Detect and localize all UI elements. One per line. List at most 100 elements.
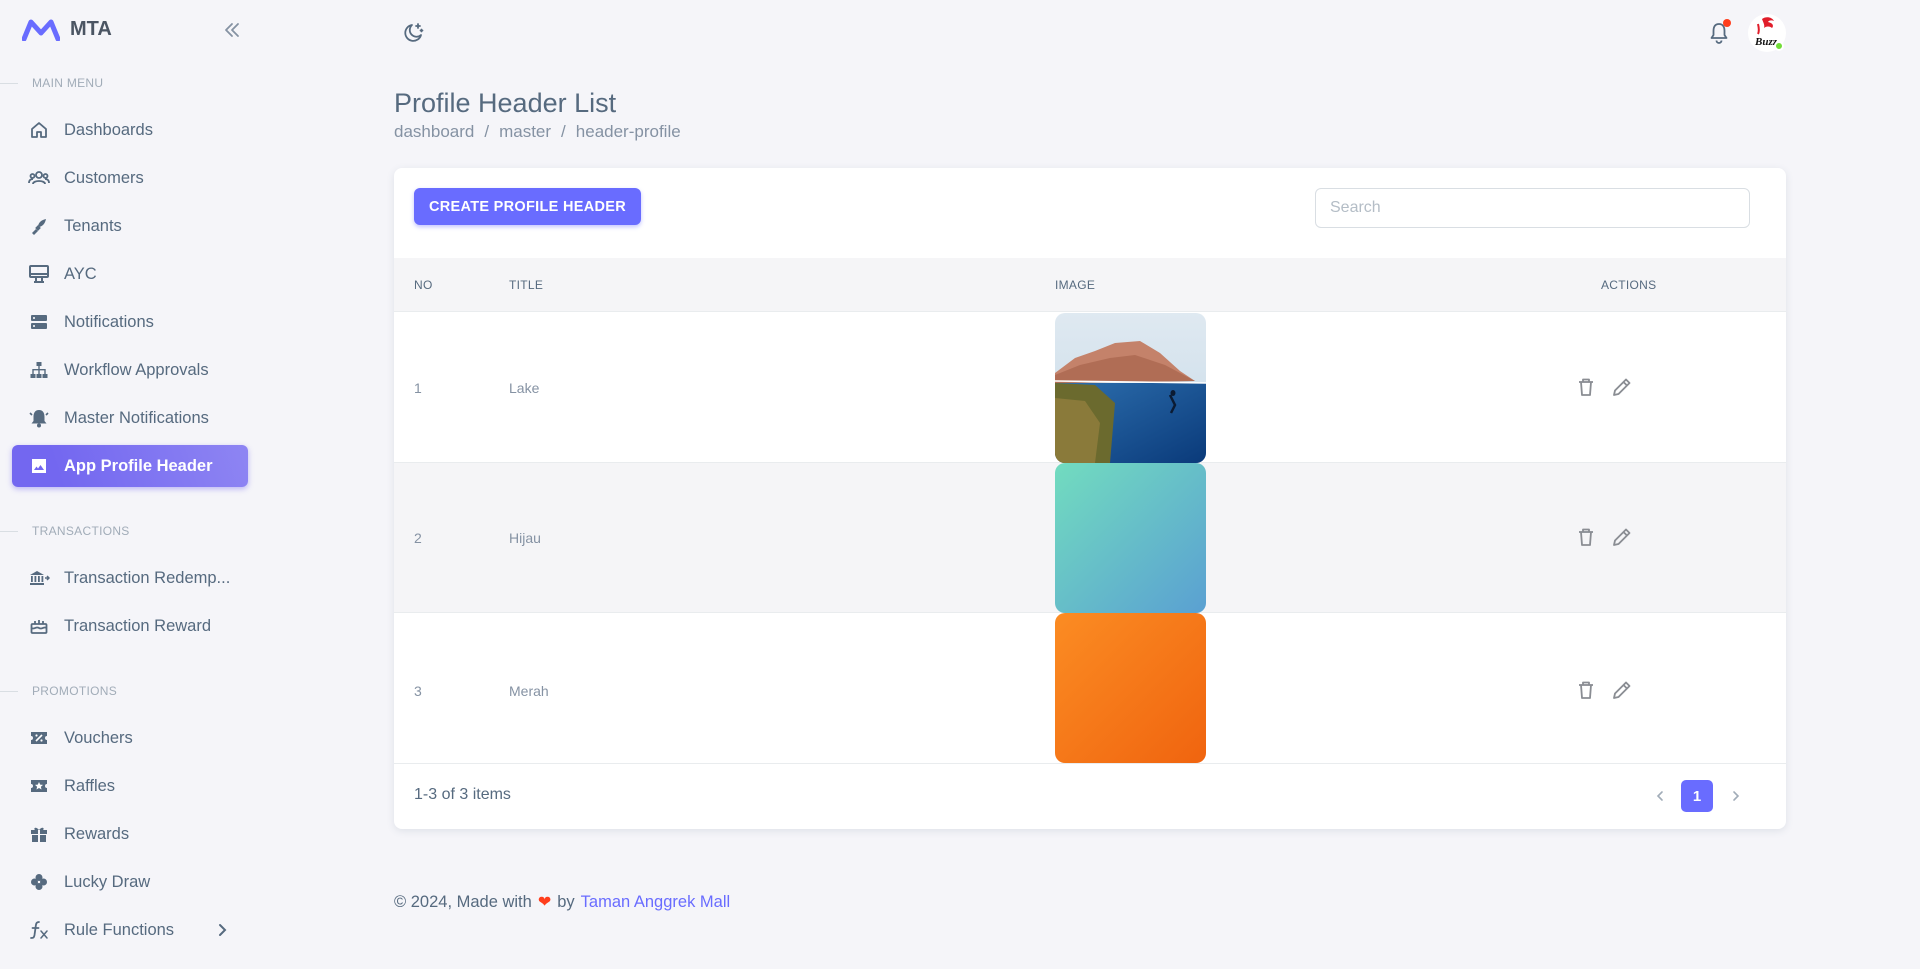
bell-ring-icon — [28, 407, 50, 429]
moon-stars-icon[interactable] — [400, 20, 426, 46]
breadcrumb-header-profile: header-profile — [575, 122, 681, 141]
breadcrumb-dashboard[interactable]: dashboard — [394, 122, 474, 142]
sidebar-item-label: Workflow Approvals — [64, 360, 209, 379]
sitemap-icon — [28, 359, 50, 381]
monitor-icon — [28, 263, 50, 285]
breadcrumb-separator: / — [561, 122, 566, 141]
sidebar-item-label: Notifications — [64, 312, 154, 331]
voucher-icon — [28, 727, 50, 749]
footer-text: © 2024, Made with — [394, 892, 532, 911]
row-title: Merah — [509, 683, 549, 699]
table-header: NO TITLE IMAGE ACTIONS — [394, 258, 1786, 312]
sidebar-item-transaction-reward[interactable]: Transaction Reward — [12, 605, 248, 647]
breadcrumb-separator: / — [484, 122, 490, 141]
sidebar-item-app-profile-header[interactable]: App Profile Header — [12, 445, 248, 487]
server-icon — [28, 311, 50, 333]
delete-icon[interactable] — [1574, 525, 1598, 549]
table-row: 2 Hijau — [394, 463, 1786, 613]
column-header-title: TITLE — [509, 278, 544, 292]
sidebar-item-label: Raffles — [64, 776, 116, 795]
chevron-left-icon[interactable] — [1648, 784, 1672, 808]
users-icon — [28, 167, 50, 189]
notification-badge — [1723, 19, 1731, 27]
row-number: 2 — [414, 530, 422, 546]
collapse-sidebar-icon[interactable] — [222, 20, 242, 40]
items-count: 1-3 of 3 items — [414, 786, 511, 803]
row-number: 3 — [414, 683, 422, 699]
bank-icon — [28, 567, 50, 589]
sidebar: MTA MAIN MENU Dashboards Customers Tenan… — [0, 0, 260, 969]
column-header-no: NO — [414, 278, 433, 292]
sidebar-item-notifications[interactable]: Notifications — [12, 301, 248, 343]
home-icon — [28, 119, 50, 141]
footer-link[interactable]: Taman Anggrek Mall — [581, 893, 731, 912]
sidebar-item-label: Rule Functions — [64, 920, 175, 939]
search-input[interactable] — [1315, 188, 1750, 228]
sidebar-item-label: AYC — [64, 264, 97, 283]
row-image-orange-gradient — [1055, 613, 1206, 763]
sidebar-item-label: Transaction Reward — [64, 616, 212, 635]
row-title: Lake — [509, 380, 540, 396]
breadcrumb-master[interactable]: master — [499, 122, 551, 142]
sidebar-item-ayc[interactable]: AYC — [12, 253, 248, 295]
profile-header-card: CREATE PROFILE HEADER NO TITLE IMAGE ACT… — [394, 168, 1786, 829]
brand[interactable]: MTA — [22, 18, 112, 41]
sidebar-item-label: Customers — [64, 168, 144, 187]
image-icon — [28, 455, 50, 477]
sidebar-item-rule-functions[interactable]: Rule Functions — [12, 909, 248, 951]
table-row: 1 Lake — [394, 313, 1786, 463]
table-footer: 1-3 of 3 items 1 — [394, 764, 1786, 829]
sidebar-item-label: Rewards — [64, 824, 130, 843]
sidebar-item-customers[interactable]: Customers — [12, 157, 248, 199]
sidebar-item-label: App Profile Header — [64, 456, 213, 475]
sidebar-item-label: Dashboards — [64, 120, 153, 139]
sidebar-item-lucky-draw[interactable]: Lucky Draw — [12, 861, 248, 903]
sidebar-item-rewards[interactable]: Rewards — [12, 813, 248, 855]
chevron-right-icon[interactable] — [1724, 784, 1748, 808]
sidebar-item-master-notifications[interactable]: Master Notifications — [12, 397, 248, 439]
sidebar-item-tenants[interactable]: Tenants — [12, 205, 248, 247]
page-button-1[interactable]: 1 — [1681, 780, 1713, 812]
menu-header-transactions: TRANSACTIONS — [0, 523, 130, 539]
brand-logo-icon — [22, 19, 60, 41]
menu-header-main: MAIN MENU — [0, 75, 103, 91]
delete-icon[interactable] — [1574, 375, 1598, 399]
sidebar-item-label: Master Notifications — [64, 408, 209, 427]
chevron-right-icon — [212, 920, 232, 940]
sidebar-item-workflow-approvals[interactable]: Workflow Approvals — [12, 349, 248, 391]
page-title: Profile Header List — [394, 88, 617, 118]
table-row: 3 Merah — [394, 613, 1786, 764]
column-header-image: IMAGE — [1055, 278, 1096, 292]
tenants-icon — [28, 215, 50, 237]
brand-name: MTA — [70, 18, 112, 40]
page-footer: © 2024, Made with ❤ by Taman Anggrek Mal… — [394, 892, 730, 912]
create-profile-header-button[interactable]: CREATE PROFILE HEADER — [414, 188, 641, 225]
row-image-lake — [1055, 313, 1206, 463]
footer-by: by — [557, 892, 575, 911]
star-ticket-icon — [28, 775, 50, 797]
edit-icon[interactable] — [1610, 678, 1634, 702]
sidebar-item-vouchers[interactable]: Vouchers — [12, 717, 248, 759]
column-header-actions: ACTIONS — [1601, 278, 1657, 292]
sidebar-item-transaction-redemption[interactable]: Transaction Redemp... — [12, 557, 248, 599]
sidebar-item-dashboards[interactable]: Dashboards — [12, 109, 248, 151]
cake-icon — [28, 615, 50, 637]
sidebar-item-label: Tenants — [64, 216, 122, 235]
breadcrumb: dashboard / master / header-profile — [394, 122, 681, 142]
edit-icon[interactable] — [1610, 525, 1634, 549]
gift-icon — [28, 823, 50, 845]
row-number: 1 — [414, 380, 422, 396]
clover-icon — [28, 871, 50, 893]
sidebar-item-label: Transaction Redemp... — [64, 568, 231, 587]
heart-icon: ❤ — [537, 894, 552, 911]
sidebar-item-label: Lucky Draw — [64, 872, 151, 891]
sidebar-item-label: Vouchers — [64, 728, 133, 747]
function-icon — [28, 919, 50, 941]
sidebar-item-raffles[interactable]: Raffles — [12, 765, 248, 807]
delete-icon[interactable] — [1574, 678, 1598, 702]
row-title: Hijau — [509, 530, 541, 546]
edit-icon[interactable] — [1610, 375, 1634, 399]
row-image-green-gradient — [1055, 463, 1206, 613]
menu-header-promotions: PROMOTIONS — [0, 683, 117, 699]
online-status-dot — [1774, 41, 1784, 51]
